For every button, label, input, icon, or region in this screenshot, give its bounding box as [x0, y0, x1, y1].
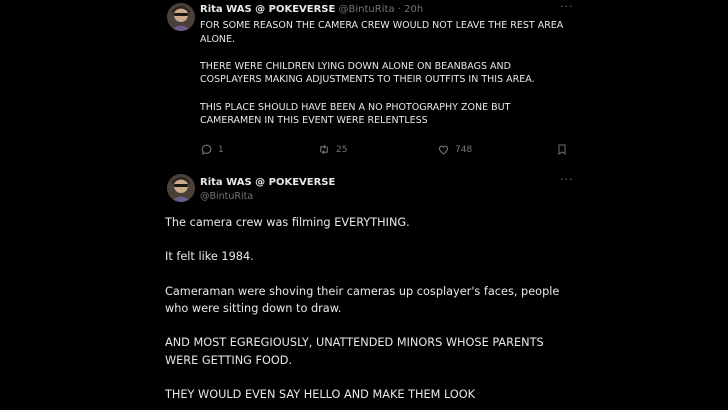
retweet-button[interactable]: 25: [317, 143, 347, 156]
heart-icon: [437, 143, 450, 156]
like-count: 748: [455, 144, 473, 155]
tweet2-author-name-row: Rita WAS @ POKEVERSE: [200, 176, 335, 189]
reply-icon: [200, 143, 213, 156]
tweet2-paragraph: THEY WOULD EVEN SAY HELLO AND MAKE THEM …: [165, 387, 476, 401]
screenshot-stage: Rita WAS @ POKEVERSE @BintuRita · 20h ··…: [0, 0, 728, 410]
tweet2-paragraph: The camera crew was filming EVERYTHING.: [165, 216, 410, 229]
tweet1-paragraph: THERE WERE CHILDREN LYING DOWN ALONE ON …: [200, 60, 535, 86]
tweet1-header: Rita WAS @ POKEVERSE @BintuRita · 20h: [200, 3, 423, 16]
tweet-thread: Rita WAS @ POKEVERSE @BintuRita · 20h ··…: [155, 0, 575, 410]
tweet1-author-name[interactable]: Rita WAS @ POKEVERSE: [200, 4, 335, 15]
reply-button[interactable]: 1: [200, 143, 224, 156]
tweet2-more-icon[interactable]: ···: [560, 174, 574, 185]
tweet1-paragraph: FOR SOME REASON THE CAMERA CREW WOULD NO…: [200, 20, 564, 45]
tweet1-separator: ·: [397, 4, 401, 15]
reply-count: 1: [218, 144, 224, 155]
tweet2-author-name[interactable]: Rita WAS @ POKEVERSE: [200, 177, 335, 188]
tweet1-text: FOR SOME REASON THE CAMERA CREW WOULD NO…: [200, 19, 572, 141]
bookmark-button[interactable]: [556, 143, 568, 156]
tweet2-paragraph: It felt like 1984.: [165, 250, 254, 264]
like-button[interactable]: 748: [437, 143, 472, 156]
tweet2-paragraph: AND MOST EGREGIOUSLY, UNATTENDED MINORS …: [165, 336, 544, 367]
retweet-icon: [317, 143, 331, 156]
bookmark-icon: [556, 143, 568, 156]
tweet1-avatar[interactable]: [167, 3, 195, 31]
tweet1-author-handle[interactable]: @BintuRita: [339, 4, 395, 15]
tweet2-text: The camera crew was filming EVERYTHING. …: [165, 214, 575, 410]
tweet1-timestamp[interactable]: 20h: [404, 4, 423, 15]
tweet1-action-bar: 1 25 748: [200, 143, 570, 159]
tweet1-paragraph: THIS PLACE SHOULD HAVE BEEN A NO PHOTOGR…: [200, 101, 511, 127]
tweet2-avatar[interactable]: [167, 174, 195, 202]
tweet1-more-icon[interactable]: ···: [560, 1, 574, 12]
retweet-count: 25: [336, 144, 348, 155]
tweet2-paragraph: Cameraman were shoving their cameras up …: [165, 284, 560, 315]
tweet-divider: [155, 166, 575, 167]
tweet2-author-handle[interactable]: @BintuRita: [200, 190, 253, 203]
